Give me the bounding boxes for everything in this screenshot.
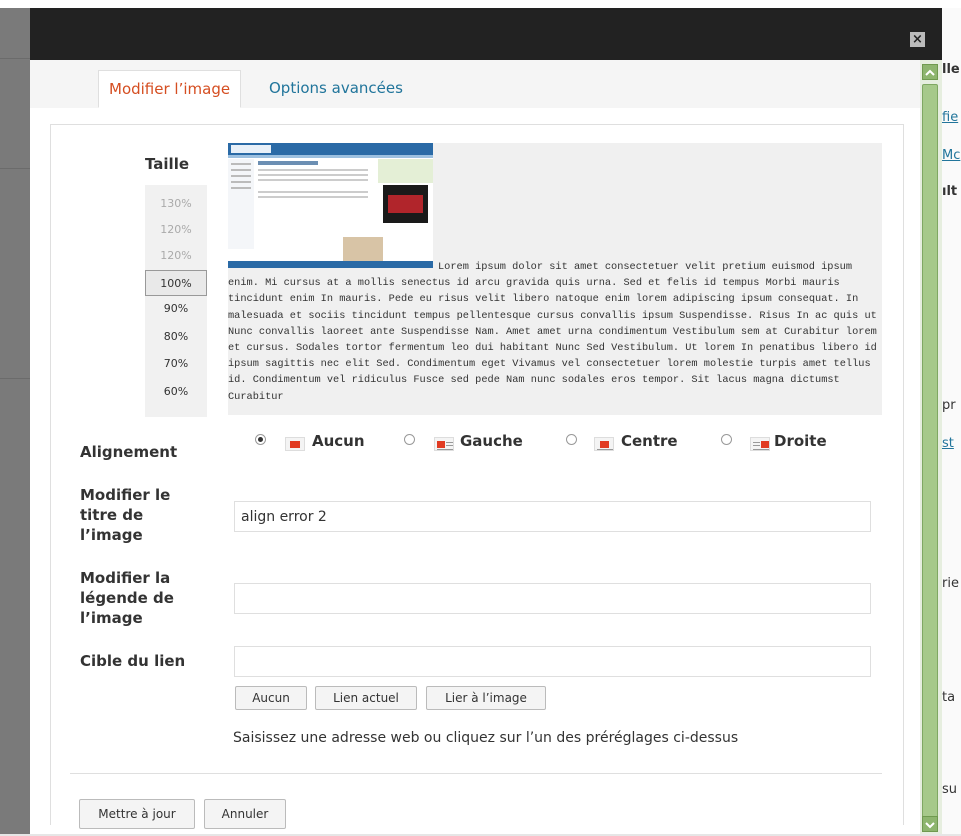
bg-fragment: Mc	[942, 148, 961, 163]
size-option-80[interactable]: 80%	[145, 324, 207, 350]
bg-fragment: ılt	[942, 184, 958, 199]
size-option-70[interactable]: 70%	[145, 351, 207, 377]
alignment-label: Alignement	[80, 443, 178, 461]
align-right-label[interactable]: Droite	[774, 431, 827, 451]
background-right-fragments: lle fie Mc ılt pr st rie ta su	[942, 8, 961, 834]
edit-image-modal: × Modifier l’image Options avancées Tail…	[30, 8, 942, 834]
link-target-label: Cible du lien	[80, 652, 186, 670]
footer-divider	[70, 773, 882, 774]
title-field-label: Modifier le titre de l’image	[80, 485, 170, 545]
size-option-120[interactable]: 120%	[145, 243, 207, 269]
scroll-down-icon[interactable]	[922, 816, 938, 832]
update-button[interactable]: Mettre à jour	[79, 799, 195, 829]
title-label-line: titre de	[80, 506, 144, 524]
caption-label-line: l’image	[80, 609, 143, 627]
preview-text: Lorem ipsum dolor sit amet consectetuer …	[228, 261, 877, 403]
size-selector: 130% 120% 120% 100% 90% 80% 70% 60%	[145, 185, 207, 417]
align-none-icon	[285, 437, 305, 451]
caption-label-line: légende de	[80, 589, 174, 607]
align-right-icon	[750, 437, 770, 451]
align-right-radio[interactable]	[721, 434, 732, 445]
image-title-input[interactable]: align error 2	[234, 501, 871, 532]
scrollbar-thumb[interactable]	[922, 84, 938, 824]
modal-header: ×	[30, 8, 942, 60]
align-center-label[interactable]: Centre	[621, 431, 678, 451]
background-left-panel	[0, 8, 30, 834]
align-left-icon	[434, 437, 454, 451]
size-option-130[interactable]: 130%	[145, 191, 207, 217]
link-url-input[interactable]	[234, 646, 871, 677]
modal-content: Modifier l’image Options avancées Taille…	[30, 60, 920, 834]
align-none-radio[interactable]	[255, 434, 266, 445]
cancel-button[interactable]: Annuler	[204, 799, 286, 829]
align-left-radio[interactable]	[404, 434, 415, 445]
bg-fragment: ta	[942, 690, 956, 705]
caption-field-label: Modifier la légende de l’image	[80, 568, 174, 628]
size-option-120[interactable]: 120%	[145, 217, 207, 243]
align-center-radio[interactable]	[566, 434, 577, 445]
link-to-image-button[interactable]: Lier à l’image	[426, 686, 546, 710]
size-option-60[interactable]: 60%	[145, 379, 207, 405]
preview-thumbnail-image	[228, 143, 433, 268]
background-top-bar	[0, 0, 961, 8]
caption-label-line: Modifier la	[80, 569, 171, 587]
link-current-button[interactable]: Lien actuel	[315, 686, 417, 710]
tab-advanced-options[interactable]: Options avancées	[259, 70, 413, 108]
image-caption-input[interactable]	[234, 583, 871, 614]
align-left-label[interactable]: Gauche	[460, 431, 523, 451]
modal-scrollbar[interactable]	[920, 60, 942, 834]
bg-fragment: lle	[942, 62, 960, 77]
link-hint-text: Saisissez une adresse web ou cliquez sur…	[233, 730, 739, 746]
bg-fragment: rie	[942, 576, 959, 591]
bg-fragment: fie	[942, 110, 959, 125]
bg-fragment: pr	[942, 398, 956, 413]
tabs-strip: Modifier l’image Options avancées	[30, 60, 920, 108]
title-label-line: l’image	[80, 526, 143, 544]
bg-fragment: st	[942, 436, 954, 451]
size-label: Taille	[145, 155, 190, 173]
align-center-icon	[594, 437, 614, 451]
image-preview: Lorem ipsum dolor sit amet consectetuer …	[228, 143, 882, 415]
scroll-up-icon[interactable]	[922, 64, 938, 80]
bg-fragment: su	[942, 782, 958, 797]
tab-edit-image[interactable]: Modifier l’image	[98, 70, 242, 108]
title-label-line: Modifier le	[80, 486, 171, 504]
size-option-100[interactable]: 100%	[145, 270, 207, 296]
size-option-90[interactable]: 90%	[145, 296, 207, 322]
close-icon[interactable]: ×	[910, 32, 925, 47]
align-none-label[interactable]: Aucun	[312, 431, 365, 451]
link-none-button[interactable]: Aucun	[235, 686, 307, 710]
